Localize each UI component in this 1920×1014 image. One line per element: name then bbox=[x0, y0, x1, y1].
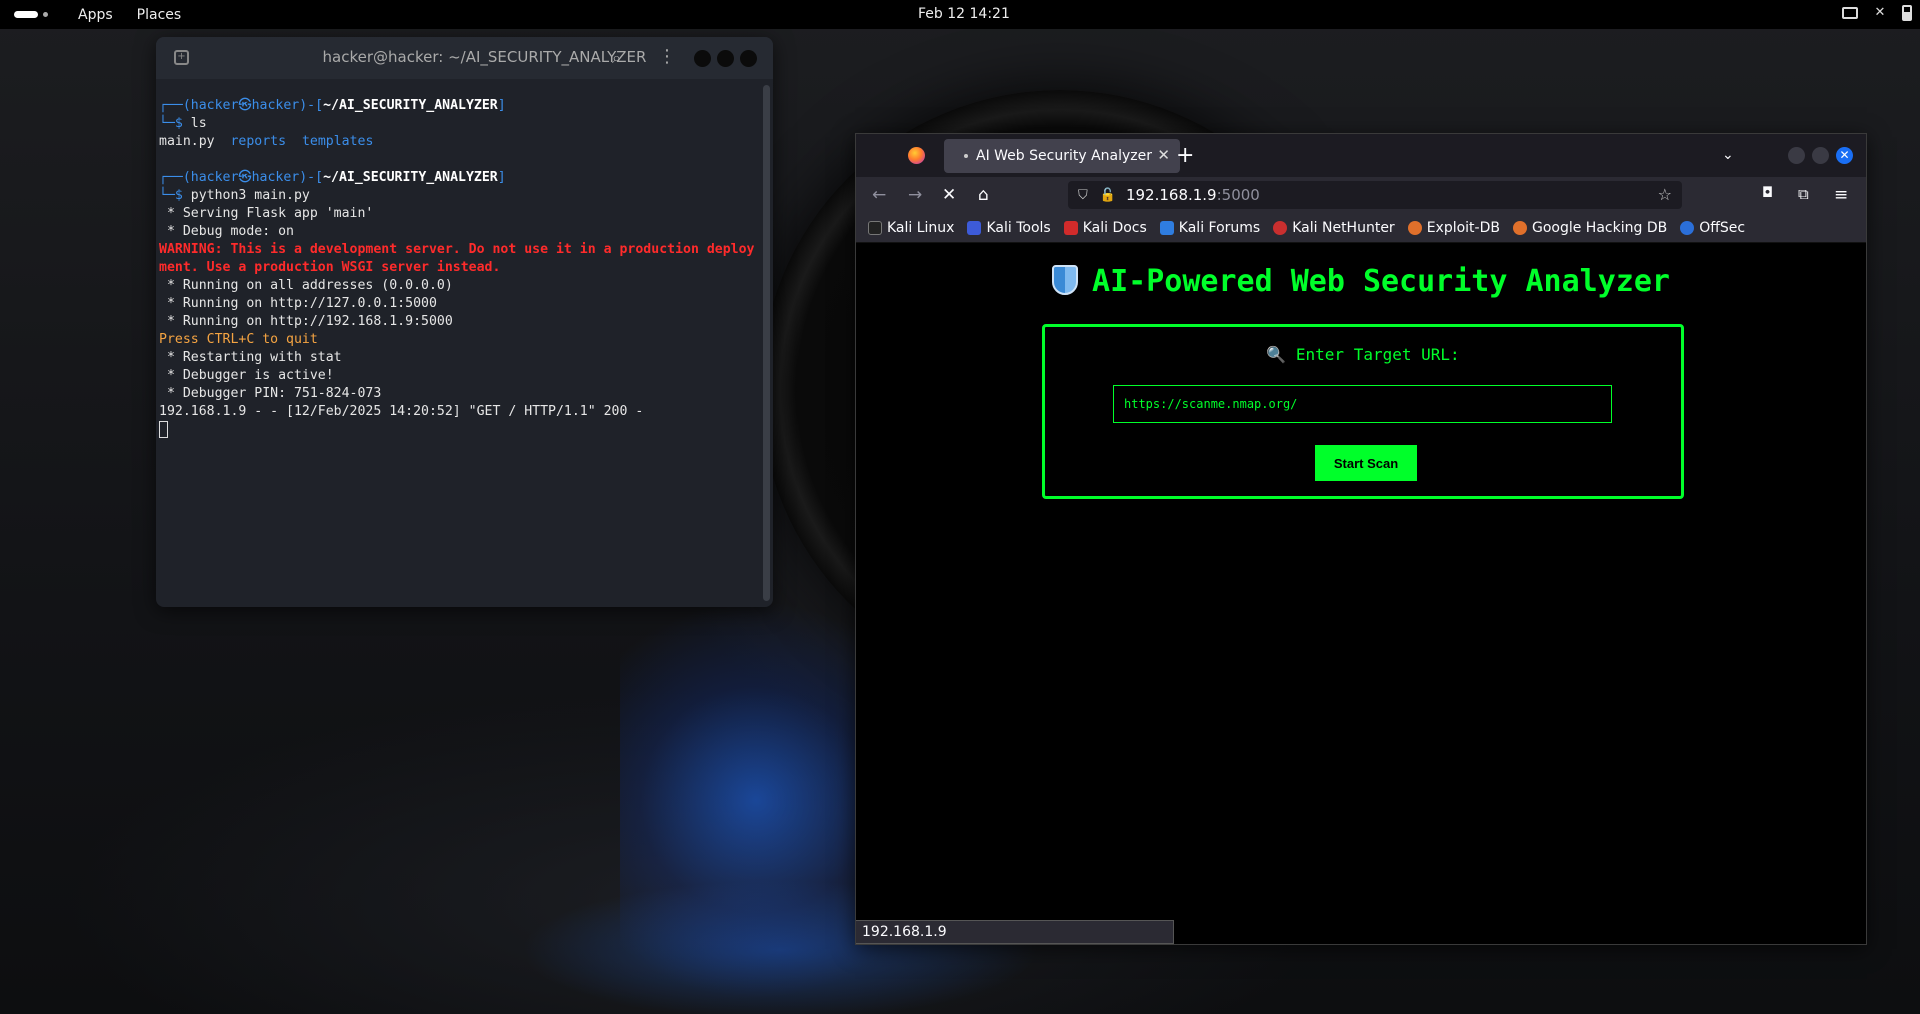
browser-window[interactable]: AI Web Security Analyzer ✕ + ⌄ ✕ ← → ✕ ⌂… bbox=[855, 133, 1867, 945]
target-url-label: 🔍 Enter Target URL: bbox=[1266, 345, 1460, 364]
page-title: AI-Powered Web Security Analyzer bbox=[856, 264, 1866, 299]
home-icon[interactable]: ⌂ bbox=[978, 185, 989, 205]
new-tab-button[interactable]: + bbox=[1176, 143, 1194, 168]
extensions-icon[interactable]: ⧉ bbox=[1798, 185, 1809, 203]
command-python: python3 main.py bbox=[190, 188, 310, 203]
offsec-icon bbox=[1680, 220, 1695, 235]
nav-bar: ← → ✕ ⌂ ⛉ 🔓 192.168.1.9:5000 ☆ ◘ ⧉ ≡ bbox=[856, 177, 1866, 213]
ghdb-icon bbox=[1512, 220, 1527, 235]
firefox-icon[interactable] bbox=[908, 147, 925, 164]
search-icon[interactable]: ⌕ bbox=[612, 48, 621, 68]
terminal-window[interactable]: + hacker@hacker: ~/AI_SECURITY_ANALYZER … bbox=[156, 37, 773, 607]
maximize-button[interactable] bbox=[717, 50, 734, 67]
tab-close-icon[interactable]: ✕ bbox=[1157, 146, 1170, 164]
bookmark-exploit-db[interactable]: Exploit-DB bbox=[1407, 220, 1500, 236]
hamburger-menu-icon[interactable]: ≡ bbox=[1834, 185, 1848, 205]
apps-menu[interactable]: Apps bbox=[78, 7, 113, 23]
list-all-tabs-icon[interactable]: ⌄ bbox=[1722, 147, 1734, 163]
close-button[interactable] bbox=[740, 50, 757, 67]
bookmark-kali-nethunter[interactable]: Kali NetHunter bbox=[1273, 220, 1395, 236]
status-bar: 192.168.1.9 bbox=[856, 920, 1174, 944]
battery-icon[interactable] bbox=[1902, 5, 1912, 21]
back-icon[interactable]: ← bbox=[872, 185, 886, 205]
warning-line: WARNING: This is a development server. D… bbox=[159, 242, 755, 257]
kali-linux-icon bbox=[868, 220, 882, 235]
tab-title: AI Web Security Analyzer bbox=[976, 148, 1152, 164]
tab-bar[interactable]: AI Web Security Analyzer ✕ + ⌄ ✕ bbox=[856, 134, 1866, 177]
volume-muted-icon[interactable]: ✕ bbox=[1872, 5, 1888, 21]
terminal-title: hacker@hacker: ~/AI_SECURITY_ANALYZER bbox=[322, 48, 647, 66]
minimize-button[interactable] bbox=[694, 50, 711, 67]
activities-indicator[interactable] bbox=[14, 11, 52, 18]
pocket-icon[interactable]: ◘ bbox=[1762, 185, 1773, 201]
scan-form-box: 🔍 Enter Target URL: Start Scan bbox=[1042, 324, 1684, 499]
terminal-output[interactable]: ┌──(hacker㉿hacker)-[~/AI_SECURITY_ANALYZ… bbox=[156, 79, 761, 607]
bookmarks-toolbar: Kali Linux Kali Tools Kali Docs Kali For… bbox=[856, 213, 1866, 243]
bookmark-kali-tools[interactable]: Kali Tools bbox=[967, 220, 1051, 236]
bookmark-kali-docs[interactable]: Kali Docs bbox=[1063, 220, 1147, 236]
close-button[interactable]: ✕ bbox=[1836, 147, 1853, 164]
kali-tools-icon bbox=[967, 220, 982, 235]
shield-icon bbox=[1052, 265, 1079, 295]
forward-icon[interactable]: → bbox=[908, 185, 922, 205]
target-url-input[interactable] bbox=[1113, 385, 1612, 423]
kali-forums-icon bbox=[1159, 220, 1174, 235]
menu-kebab-icon[interactable]: ⋮ bbox=[658, 46, 676, 67]
start-scan-button[interactable]: Start Scan bbox=[1315, 445, 1417, 481]
terminal-titlebar[interactable]: + hacker@hacker: ~/AI_SECURITY_ANALYZER … bbox=[156, 37, 773, 79]
terminal-scrollbar[interactable] bbox=[763, 85, 770, 601]
clock[interactable]: Feb 12 14:21 bbox=[918, 6, 1010, 22]
screen-icon[interactable] bbox=[1842, 7, 1858, 19]
top-panel: Apps Places Feb 12 14:21 ✕ bbox=[0, 0, 1920, 29]
bookmark-kali-forums[interactable]: Kali Forums bbox=[1159, 220, 1260, 236]
minimize-button[interactable] bbox=[1788, 147, 1805, 164]
kali-docs-icon bbox=[1063, 220, 1078, 235]
request-log: 192.168.1.9 - - [12/Feb/2025 14:20:52] "… bbox=[159, 404, 644, 419]
tab-active[interactable]: AI Web Security Analyzer ✕ bbox=[944, 139, 1180, 173]
bookmark-kali-linux[interactable]: Kali Linux bbox=[868, 220, 954, 236]
bookmark-offsec[interactable]: OffSec bbox=[1680, 220, 1745, 236]
tracking-shield-icon[interactable]: ⛉ bbox=[1078, 188, 1088, 203]
maximize-button[interactable] bbox=[1812, 147, 1829, 164]
bookmark-google-hacking-db[interactable]: Google Hacking DB bbox=[1512, 220, 1667, 236]
address-bar[interactable]: ⛉ 🔓 192.168.1.9:5000 ☆ bbox=[1068, 181, 1682, 209]
lock-icon[interactable]: 🔓 bbox=[1100, 188, 1116, 203]
bookmark-star-icon[interactable]: ☆ bbox=[1658, 185, 1672, 204]
exploit-db-icon bbox=[1407, 220, 1422, 235]
terminal-cursor bbox=[159, 421, 168, 438]
nethunter-icon bbox=[1273, 220, 1288, 235]
page-viewport: AI-Powered Web Security Analyzer 🔍 Enter… bbox=[856, 244, 1866, 944]
places-menu[interactable]: Places bbox=[137, 7, 182, 23]
system-tray[interactable]: ✕ bbox=[1842, 5, 1912, 21]
loading-dot-icon bbox=[964, 154, 968, 158]
command-ls: ls bbox=[190, 116, 207, 131]
stop-icon[interactable]: ✕ bbox=[942, 185, 956, 205]
